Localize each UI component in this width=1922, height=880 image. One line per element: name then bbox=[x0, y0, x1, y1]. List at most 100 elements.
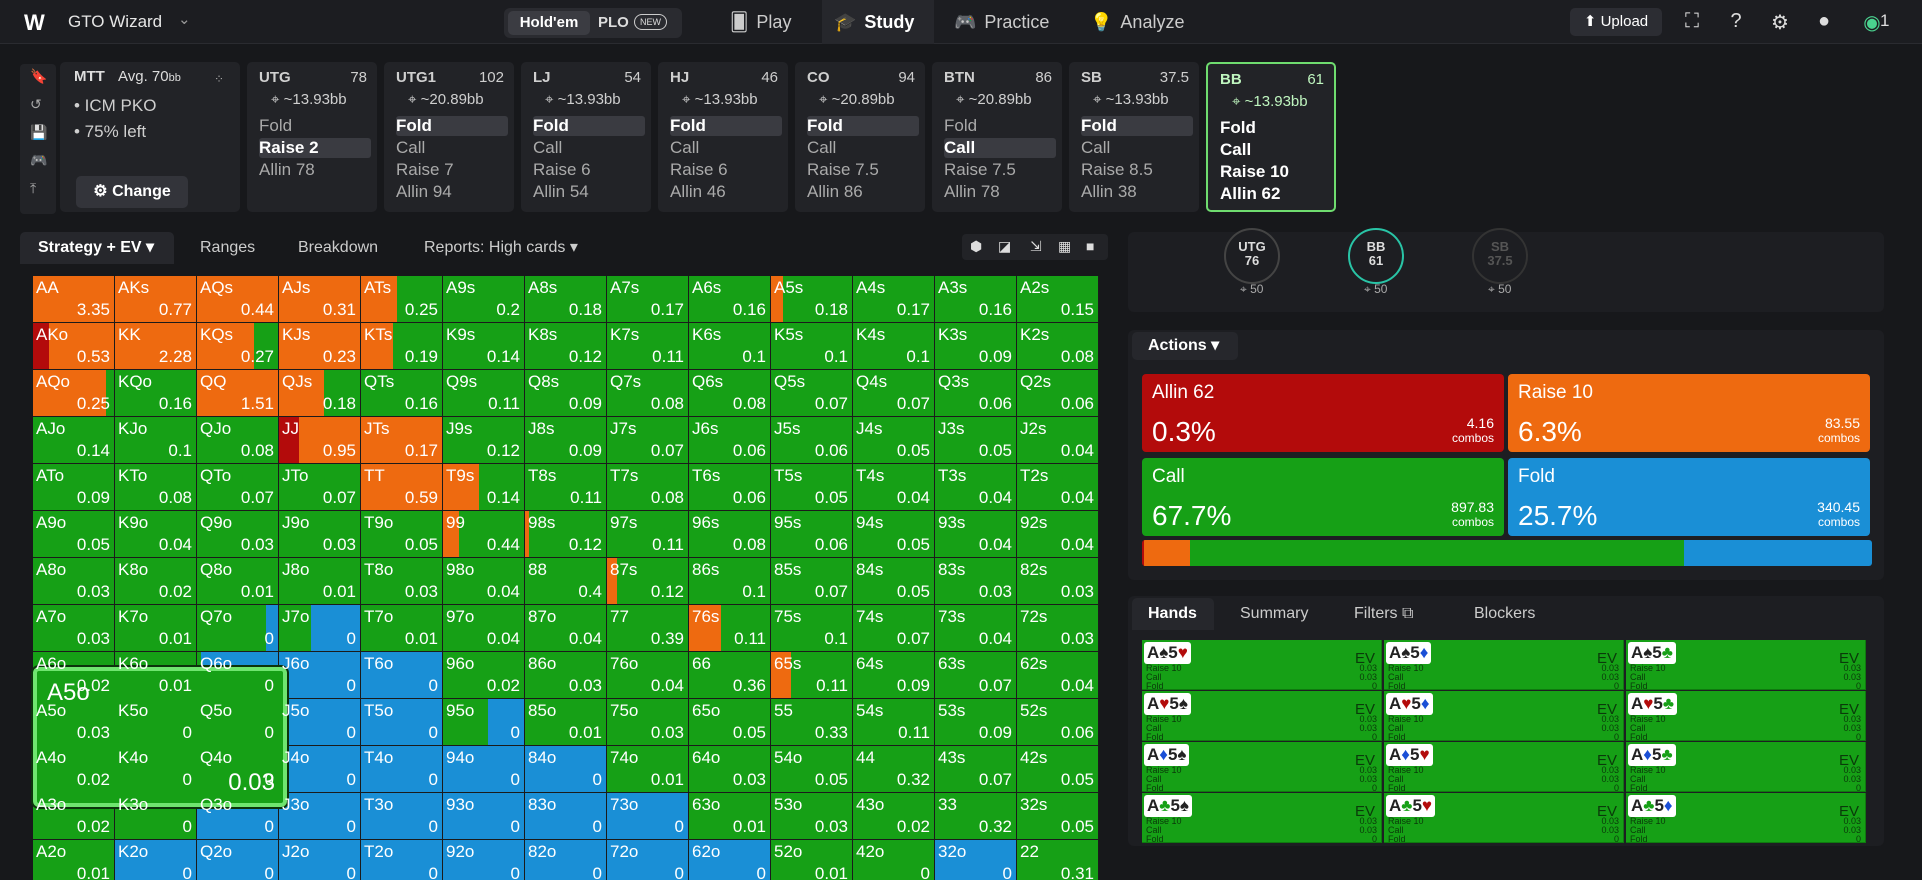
hand-cell[interactable]: 42s 0.05 bbox=[1017, 746, 1099, 793]
hand-cell[interactable]: K9o 0.04 bbox=[115, 511, 197, 558]
save-icon[interactable]: 💾 bbox=[30, 124, 47, 141]
hand-cell[interactable]: T2o 0 bbox=[361, 840, 443, 880]
seat-hj[interactable]: HJ 46 ⌖ ~13.93bb Fold Call Raise 6 Allin 46 bbox=[658, 62, 788, 212]
hand-cell[interactable]: A3s 0.16 bbox=[935, 276, 1017, 323]
hand-cell[interactable]: J8s 0.09 bbox=[525, 417, 607, 464]
hand-combo[interactable]: A♣5♠ EV Raise 10 Call Fold 0.03 0.03 0 bbox=[1142, 793, 1382, 843]
hand-cell[interactable]: 64s 0.09 bbox=[853, 652, 935, 699]
hand-cell[interactable]: K4s 0.1 bbox=[853, 323, 935, 370]
hand-cell[interactable]: 22 0.31 bbox=[1017, 840, 1099, 880]
hand-cell[interactable]: Q3s 0.06 bbox=[935, 370, 1017, 417]
position-sb[interactable]: SB 37.5 bbox=[1472, 228, 1528, 284]
seat-action[interactable]: Allin 62 bbox=[1220, 184, 1332, 204]
hand-cell[interactable]: Q6s 0.08 bbox=[689, 370, 771, 417]
hand-cell[interactable]: AJs 0.31 bbox=[279, 276, 361, 323]
square-icon[interactable]: ■ bbox=[1086, 238, 1094, 254]
tab-breakdown[interactable]: Breakdown bbox=[298, 232, 378, 264]
hand-cell[interactable]: 53s 0.09 bbox=[935, 699, 1017, 746]
bookmark-icon[interactable]: 🔖 bbox=[30, 68, 47, 85]
action-card-call[interactable]: Call 67.7% 897.83 combos bbox=[1142, 458, 1504, 536]
hand-cell[interactable]: 73s 0.04 bbox=[935, 605, 1017, 652]
hand-cell[interactable]: 86s 0.1 bbox=[689, 558, 771, 605]
hand-cell[interactable]: K2o 0 bbox=[115, 840, 197, 880]
hand-cell[interactable]: A2o 0.01 bbox=[33, 840, 115, 880]
seat-action[interactable]: Call bbox=[670, 138, 782, 158]
hand-cell[interactable]: JTs 0.17 bbox=[361, 417, 443, 464]
compress-icon[interactable]: ⇲ bbox=[1030, 238, 1042, 255]
seat-action[interactable]: Call bbox=[944, 138, 1056, 158]
seat-action[interactable]: Allin 94 bbox=[396, 182, 508, 202]
hand-cell[interactable]: Q8o 0.01 bbox=[197, 558, 279, 605]
hand-cell[interactable]: T2s 0.04 bbox=[1017, 464, 1099, 511]
hand-cell[interactable]: 98s 0.12 bbox=[525, 511, 607, 558]
plo-toggle[interactable]: PLO bbox=[598, 11, 629, 35]
hand-combo[interactable]: A♠5♣ EV Raise 10 Call Fold 0.03 0.03 0 bbox=[1626, 640, 1866, 690]
hand-cell[interactable]: 32o 0 bbox=[935, 840, 1017, 880]
holdem-toggle[interactable]: Hold'em bbox=[508, 11, 590, 35]
seat-action[interactable]: Fold bbox=[1081, 116, 1193, 136]
hand-cell[interactable]: QJs 0.18 bbox=[279, 370, 361, 417]
hand-cell[interactable]: 99 0.44 bbox=[443, 511, 525, 558]
hand-cell[interactable]: 64o 0.03 bbox=[689, 746, 771, 793]
seat-action[interactable]: Fold bbox=[259, 116, 371, 136]
hand-cell[interactable]: Q8s 0.09 bbox=[525, 370, 607, 417]
seat-action[interactable]: Call bbox=[533, 138, 645, 158]
hand-cell[interactable]: 94o 0 bbox=[443, 746, 525, 793]
hand-cell[interactable]: J4s 0.05 bbox=[853, 417, 935, 464]
position-bb[interactable]: BB 61 bbox=[1348, 228, 1404, 284]
hand-cell[interactable]: KQs 0.27 bbox=[197, 323, 279, 370]
hand-cell[interactable]: 87o 0.04 bbox=[525, 605, 607, 652]
seat-action[interactable]: Allin 78 bbox=[944, 182, 1056, 202]
hand-cell[interactable]: ATs 0.25 bbox=[361, 276, 443, 323]
hand-cell[interactable]: T5s 0.05 bbox=[771, 464, 853, 511]
account-icon[interactable]: ● bbox=[1812, 10, 1836, 33]
seat-action[interactable]: Call bbox=[1081, 138, 1193, 158]
hand-cell[interactable]: Q7o 0 bbox=[197, 605, 279, 652]
hand-cell[interactable]: 82s 0.03 bbox=[1017, 558, 1099, 605]
seat-action[interactable]: Fold bbox=[807, 116, 919, 136]
hand-cell[interactable]: T6s 0.06 bbox=[689, 464, 771, 511]
hand-cell[interactable]: 33 0.32 bbox=[935, 793, 1017, 840]
hand-cell[interactable]: 97s 0.11 bbox=[607, 511, 689, 558]
hand-combo[interactable]: A♠5♦ EV Raise 10 Call Fold 0.03 0.03 0 bbox=[1384, 640, 1624, 690]
tab-reports[interactable]: Reports: High cards ▾ bbox=[424, 232, 578, 264]
hand-cell[interactable]: 43o 0.02 bbox=[853, 793, 935, 840]
seat-action[interactable]: Raise 10 bbox=[1220, 162, 1332, 182]
hand-cell[interactable]: 96s 0.08 bbox=[689, 511, 771, 558]
hand-cell[interactable]: AKo 0.53 bbox=[33, 323, 115, 370]
hand-cell[interactable]: ATo 0.09 bbox=[33, 464, 115, 511]
hand-cell[interactable]: A5s 0.18 bbox=[771, 276, 853, 323]
hand-cell[interactable]: 62s 0.04 bbox=[1017, 652, 1099, 699]
hand-cell[interactable]: T4o 0 bbox=[361, 746, 443, 793]
hand-cell[interactable]: T4s 0.04 bbox=[853, 464, 935, 511]
hand-cell[interactable]: 66 0.36 bbox=[689, 652, 771, 699]
seat-action[interactable]: Raise 6 bbox=[533, 160, 645, 180]
hand-cell[interactable]: 52o 0.01 bbox=[771, 840, 853, 880]
app-name[interactable]: GTO Wizard bbox=[68, 12, 162, 32]
logo[interactable]: W bbox=[24, 10, 45, 36]
hand-cell[interactable]: 55 0.33 bbox=[771, 699, 853, 746]
hand-cell[interactable]: K5s 0.1 bbox=[771, 323, 853, 370]
hand-cell[interactable]: K2s 0.08 bbox=[1017, 323, 1099, 370]
hand-cell[interactable]: 72o 0 bbox=[607, 840, 689, 880]
hand-cell[interactable]: TT 0.59 bbox=[361, 464, 443, 511]
hand-cell[interactable]: Q7s 0.08 bbox=[607, 370, 689, 417]
hand-cell[interactable]: K9s 0.14 bbox=[443, 323, 525, 370]
hand-cell[interactable]: J4o 0 bbox=[279, 746, 361, 793]
hand-cell[interactable]: Q2s 0.06 bbox=[1017, 370, 1099, 417]
seat-sb[interactable]: SB 37.5 ⌖ ~13.93bb Fold Call Raise 8.5 Allin… bbox=[1069, 62, 1199, 212]
hand-cell[interactable]: K8s 0.12 bbox=[525, 323, 607, 370]
seat-action[interactable]: Call bbox=[396, 138, 508, 158]
seat-action[interactable]: Allin 86 bbox=[807, 182, 919, 202]
hand-cell[interactable]: A6s 0.16 bbox=[689, 276, 771, 323]
hand-cell[interactable]: 42o 0 bbox=[853, 840, 935, 880]
seat-action[interactable]: Fold bbox=[396, 116, 508, 136]
hand-cell[interactable]: 84s 0.05 bbox=[853, 558, 935, 605]
tab-ranges[interactable]: Ranges bbox=[200, 232, 255, 264]
hand-cell[interactable]: T7o 0.01 bbox=[361, 605, 443, 652]
actions-dropdown[interactable]: Actions ▾ bbox=[1132, 332, 1238, 360]
hand-cell[interactable]: J2s 0.04 bbox=[1017, 417, 1099, 464]
hand-cell[interactable]: J6s 0.06 bbox=[689, 417, 771, 464]
seat-action[interactable]: Raise 7 bbox=[396, 160, 508, 180]
hand-cell[interactable]: 97o 0.04 bbox=[443, 605, 525, 652]
